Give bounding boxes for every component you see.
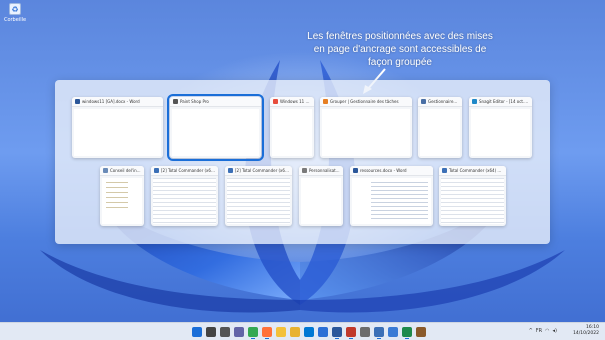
total-commander-icon	[154, 168, 159, 173]
thumbnail-title: Grouper | Gestionnaire des tâches	[330, 99, 399, 104]
chat-icon[interactable]	[234, 327, 244, 337]
thumbnail-titlebar: [2] Total Commander (x64) 1...	[151, 166, 218, 176]
browser-icon	[323, 99, 328, 104]
snap-window-thumbnail[interactable]: ressources.docx - Word	[350, 166, 433, 226]
thumbnail-preview	[272, 109, 312, 156]
total-commander-icon[interactable]	[374, 327, 384, 339]
thumbnail-titlebar: windows11 [GA].docx - Word	[72, 97, 163, 107]
thumbnail-title: Snagit Editor - [14 oct. 202...	[479, 99, 529, 104]
thumbnail-preview	[441, 178, 504, 224]
store-icon[interactable]	[318, 327, 328, 337]
tray-language[interactable]: FR	[536, 328, 542, 334]
thumbnail-title: ressources.docx - Word	[360, 168, 407, 173]
thumbnail-titlebar: [2] Total Commander (x64) 1...	[225, 166, 292, 176]
thumbnail-title: Paint Shop Pro	[180, 99, 209, 104]
snap-window-thumbnail[interactable]: [2] Total Commander (x64) 1...	[225, 166, 292, 226]
thumbnail-preview	[74, 109, 161, 156]
annotation-text: Les fenêtres positionnées avec des mises…	[307, 31, 493, 68]
snap-window-thumbnail[interactable]: Snagit Editor - [14 oct. 202...	[469, 97, 532, 158]
thumbnail-title: [2] Total Commander (x64) 1...	[235, 168, 289, 173]
notepad-icon	[103, 168, 108, 173]
firefox-icon[interactable]	[262, 327, 272, 339]
snagit-icon[interactable]	[346, 327, 356, 339]
thumbnail-preview	[102, 178, 142, 224]
settings-icon[interactable]	[360, 327, 370, 337]
thumbnail-titlebar: Paint Shop Pro	[170, 97, 261, 107]
snap-window-thumbnail[interactable]: windows11 [GA].docx - Word	[72, 97, 163, 158]
taskbar-clock[interactable]: 16:10 14/10/2022	[573, 325, 599, 337]
snap-window-thumbnail[interactable]: Windows 11 22...	[270, 97, 314, 158]
thumbnail-preview	[352, 178, 431, 224]
recycle-bin-icon: ♻	[9, 3, 21, 15]
desktop-icon-recycle-bin[interactable]: ♻ Corbeille	[4, 3, 26, 27]
snap-window-thumbnail[interactable]: [2] Total Commander (x64) 1...	[151, 166, 218, 226]
thumbnail-titlebar: Snagit Editor - [14 oct. 202...	[469, 97, 532, 107]
thumbnail-titlebar: Windows 11 22...	[270, 97, 314, 107]
total-commander-icon	[442, 168, 447, 173]
app-icon[interactable]	[416, 327, 426, 337]
thumbnail-titlebar: ressources.docx - Word	[350, 166, 433, 176]
thumbnail-title: windows11 [GA].docx - Word	[82, 99, 140, 104]
thumbnail-preview	[420, 109, 460, 156]
taskbar: ^ FR ◠ ◂) 16:10 14/10/2022	[0, 322, 605, 340]
snap-window-thumbnail[interactable]: Personnalisat...	[299, 166, 343, 226]
mail-icon[interactable]	[304, 327, 314, 337]
browser-icon	[273, 99, 278, 104]
thumbnail-titlebar: Total Commander (x64) 10.0...	[439, 166, 506, 176]
explorer-icon[interactable]	[290, 327, 300, 337]
word-icon	[75, 99, 80, 104]
snap-window-thumbnail[interactable]: Grouper | Gestionnaire des tâches	[320, 97, 412, 158]
thumbnail-preview	[172, 109, 259, 156]
settings-icon	[302, 168, 307, 173]
word-icon	[353, 168, 358, 173]
chrome-icon[interactable]	[248, 327, 258, 339]
thumbnail-preview	[227, 178, 290, 224]
thumbnail-titlebar: Gestionnaire...	[418, 97, 462, 107]
thumbnail-titlebar: Grouper | Gestionnaire des tâches	[320, 97, 412, 107]
paint-shop-pro-icon[interactable]	[402, 327, 412, 339]
snap-window-thumbnail[interactable]: Total Commander (x64) 10.0...	[439, 166, 506, 226]
clock-date: 14/10/2022	[573, 331, 599, 336]
thumbnail-preview	[471, 109, 530, 156]
search-icon[interactable]	[206, 327, 216, 337]
thumbnail-preview	[153, 178, 216, 224]
thumbnail-preview	[301, 178, 341, 224]
snap-window-thumbnail[interactable]: Gestionnaire...	[418, 97, 462, 158]
system-tray: ^ FR ◠ ◂)	[529, 328, 557, 334]
thumbnail-titlebar: Personnalisat...	[299, 166, 343, 176]
notepad-icon[interactable]	[388, 327, 398, 337]
snap-window-thumbnail[interactable]: Conseil del'in...	[100, 166, 144, 226]
taskbar-apps	[192, 326, 426, 339]
paint-shop-pro-icon	[173, 99, 178, 104]
thumbnail-title: Gestionnaire...	[428, 99, 458, 104]
thumbnail-preview	[322, 109, 410, 156]
word-icon[interactable]	[332, 327, 342, 339]
task-manager-icon	[421, 99, 426, 104]
thumbnail-title: Conseil del'in...	[110, 168, 141, 173]
thumbnail-titlebar: Conseil del'in...	[100, 166, 144, 176]
wifi-icon[interactable]: ◠	[545, 328, 549, 334]
snagit-icon	[472, 99, 477, 104]
explorer-icon[interactable]	[276, 327, 286, 337]
task-view-icon[interactable]	[220, 327, 230, 337]
thumbnail-title: [2] Total Commander (x64) 1...	[161, 168, 215, 173]
tray-chevron-icon[interactable]: ^	[529, 328, 533, 334]
total-commander-icon	[228, 168, 233, 173]
volume-icon[interactable]: ◂)	[553, 328, 557, 334]
start-icon[interactable]	[192, 327, 202, 337]
desktop-icon-label: Corbeille	[3, 17, 27, 23]
snap-window-thumbnail[interactable]: Paint Shop Pro	[167, 94, 264, 161]
thumbnail-title: Personnalisat...	[309, 168, 340, 173]
thumbnail-title: Windows 11 22...	[280, 99, 311, 104]
thumbnail-title: Total Commander (x64) 10.0...	[449, 168, 503, 173]
